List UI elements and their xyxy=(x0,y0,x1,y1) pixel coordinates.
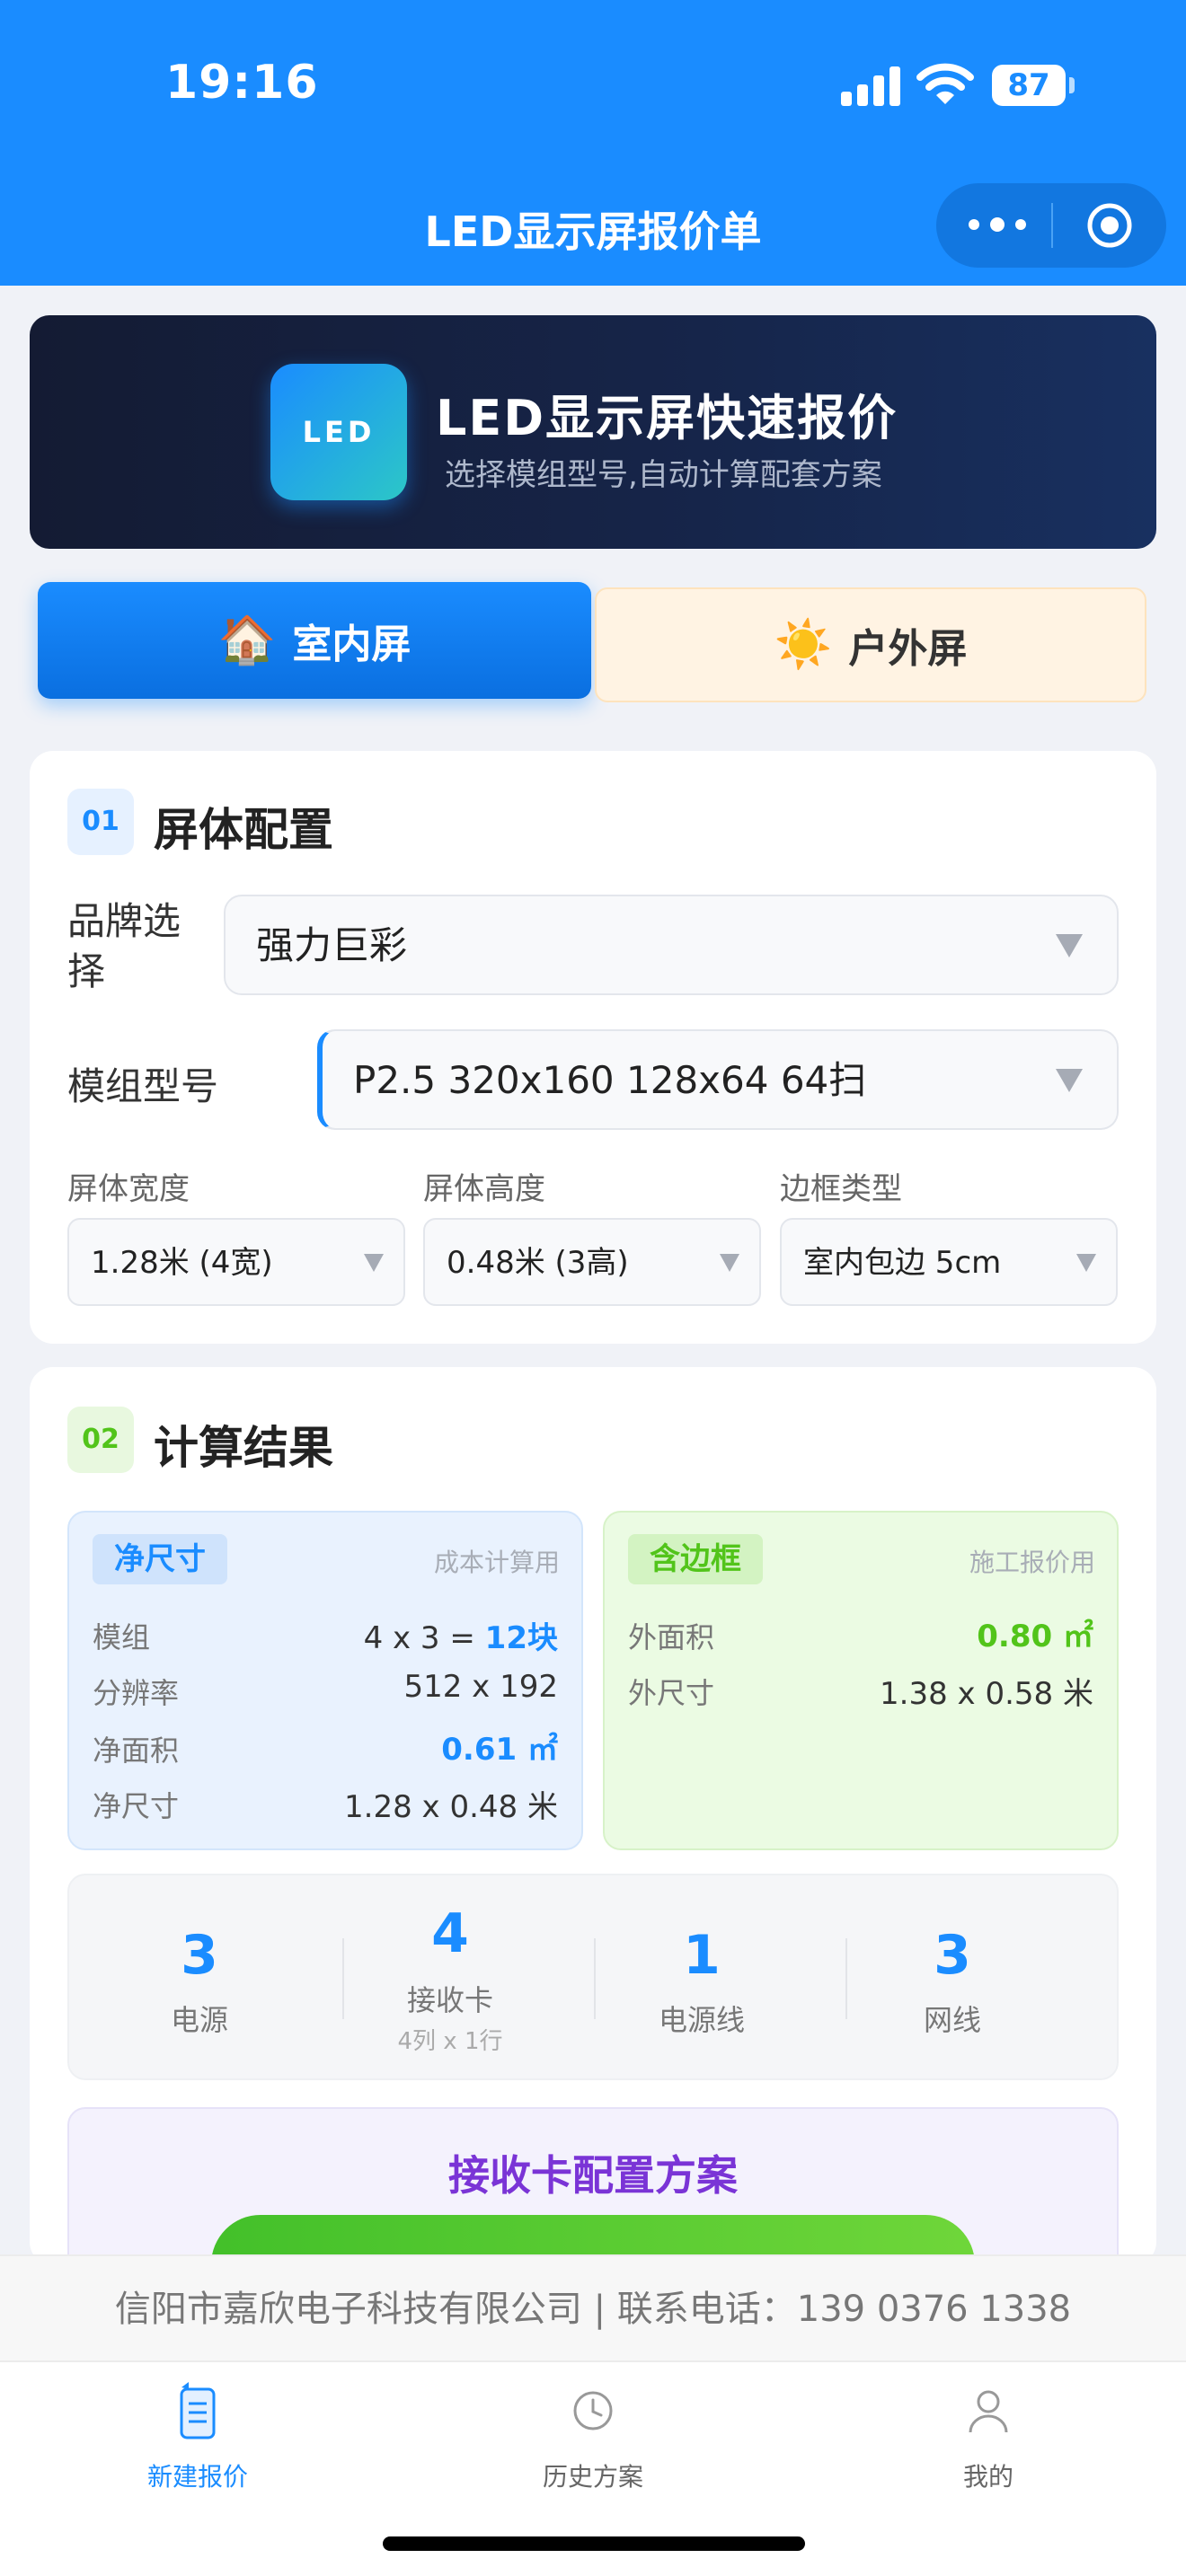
chevron-down-icon xyxy=(1076,1254,1096,1272)
more-icon[interactable] xyxy=(969,183,1031,268)
row-value-outer-size: 1.38 x 0.58 米 xyxy=(880,1676,1093,1712)
config-title: 屏体配置 xyxy=(154,804,333,856)
module-select-value: P2.5 320x160 128x64 64扫 xyxy=(353,1058,867,1102)
row-value-net-area: 0.61 ㎡ xyxy=(441,1732,558,1768)
chevron-down-icon xyxy=(1056,1069,1083,1092)
brand-label: 品牌选择 xyxy=(67,899,181,993)
module-select[interactable]: P2.5 320x160 128x64 64扫 xyxy=(317,1029,1119,1130)
net-size-badge: 净尺寸 xyxy=(93,1534,227,1584)
stat-network-cable: 3 网线 xyxy=(923,1924,981,2037)
receiver-plan-title: 接收卡配置方案 xyxy=(448,2151,738,2200)
height-select[interactable]: 0.48米 (3高) xyxy=(423,1218,761,1306)
section-number-02: 02 xyxy=(67,1407,134,1473)
module-label: 模组型号 xyxy=(67,1064,219,1108)
tabbar-new-quote-label: 新建报价 xyxy=(146,2462,248,2492)
tab-outdoor-label: 户外屏 xyxy=(848,626,968,672)
frame-type-label: 边框类型 xyxy=(780,1171,902,1207)
section-number-01: 01 xyxy=(67,789,134,855)
cellular-signal-icon xyxy=(841,66,902,106)
row-value-net-size: 1.28 x 0.48 米 xyxy=(344,1789,558,1825)
led-logo: LED xyxy=(270,364,407,500)
chevron-down-icon xyxy=(364,1254,384,1272)
width-label: 屏体宽度 xyxy=(67,1171,190,1207)
header-bar: 19:16 87 LED显示屏报价单 xyxy=(0,0,1186,286)
tab-indoor-label: 室内屏 xyxy=(292,622,412,667)
banner-title: LED显示屏快速报价 xyxy=(436,390,898,446)
battery-icon: 87 xyxy=(992,65,1066,106)
home-indicator xyxy=(383,2536,805,2551)
user-icon xyxy=(969,2390,1008,2433)
row-label-net-area: 净面积 xyxy=(93,1734,180,1768)
results-title: 计算结果 xyxy=(154,1422,333,1474)
brand-select[interactable]: 强力巨彩 xyxy=(224,895,1119,995)
tabbar-history-label: 历史方案 xyxy=(542,2462,643,2492)
house-icon: 🏠 xyxy=(217,613,277,667)
height-label: 屏体高度 xyxy=(423,1171,545,1207)
tabbar-mine[interactable]: 我的 xyxy=(872,2362,1105,2506)
close-target-icon[interactable] xyxy=(1085,201,1134,250)
tabbar-history[interactable]: 历史方案 xyxy=(476,2362,710,2506)
row-label-outer-size: 外尺寸 xyxy=(628,1676,715,1710)
document-icon xyxy=(180,2382,216,2439)
row-label-resolution: 分辨率 xyxy=(93,1676,180,1710)
tabbar-new-quote[interactable]: 新建报价 xyxy=(81,2362,314,2506)
with-frame-note: 施工报价用 xyxy=(969,1548,1095,1577)
chevron-down-icon xyxy=(720,1254,739,1272)
width-select[interactable]: 1.28米 (4宽) xyxy=(67,1218,405,1306)
hero-banner: LED LED显示屏快速报价 选择模组型号,自动计算配套方案 xyxy=(30,315,1156,549)
row-value-outer-area: 0.80 ㎡ xyxy=(977,1619,1093,1654)
chevron-down-icon xyxy=(1056,934,1083,957)
battery-tip xyxy=(1069,77,1075,93)
row-label-net-size: 净尺寸 xyxy=(93,1789,180,1823)
height-select-value: 0.48米 (3高) xyxy=(447,1245,629,1281)
with-frame-panel: 含边框 施工报价用 外面积 0.80 ㎡ 外尺寸 1.38 x 0.58 米 xyxy=(603,1511,1119,1850)
banner-subtitle: 选择模组型号,自动计算配套方案 xyxy=(445,457,882,493)
width-select-value: 1.28米 (4宽) xyxy=(91,1245,273,1281)
tab-outdoor[interactable]: ☀️ 户外屏 xyxy=(595,587,1146,702)
tabbar-mine-label: 我的 xyxy=(962,2462,1013,2492)
brand-select-value: 强力巨彩 xyxy=(256,923,408,967)
frame-type-select-value: 室内包边 5cm xyxy=(803,1245,1002,1281)
company-contact: 信阳市嘉欣电子科技有限公司 | 联系电话：139 0376 1338 xyxy=(114,2289,1072,2330)
net-size-note: 成本计算用 xyxy=(433,1548,560,1577)
status-time: 19:16 xyxy=(165,56,319,110)
miniprogram-capsule xyxy=(936,183,1166,268)
sun-icon: ☀️ xyxy=(774,618,833,672)
row-label-modules: 模组 xyxy=(93,1620,151,1654)
accessory-stats: 3 电源 4 接收卡 4列 x 1行 1 电源线 3 网线 xyxy=(67,1874,1119,2080)
net-size-panel: 净尺寸 成本计算用 模组 4 x 3 = 12块 分辨率 512 x 192 净… xyxy=(67,1511,583,1850)
row-value-resolution: 512 x 192 xyxy=(403,1669,558,1705)
row-label-outer-area: 外面积 xyxy=(628,1620,715,1654)
tab-indoor[interactable]: 🏠 室内屏 xyxy=(38,582,591,699)
row-value-modules: 4 x 3 = 12块 xyxy=(363,1620,558,1656)
stat-power-cable: 1 电源线 xyxy=(658,1924,745,2037)
company-footer: 信阳市嘉欣电子科技有限公司 | 联系电话：139 0376 1338 xyxy=(0,2254,1186,2362)
frame-type-select[interactable]: 室内包边 5cm xyxy=(780,1218,1118,1306)
wifi-icon xyxy=(916,63,974,104)
clock-icon xyxy=(573,2391,613,2430)
stat-receiver-card: 4 接收卡 4列 x 1行 xyxy=(397,1902,503,2055)
stat-power-supply: 3 电源 xyxy=(170,1924,228,2037)
with-frame-badge: 含边框 xyxy=(628,1534,763,1584)
